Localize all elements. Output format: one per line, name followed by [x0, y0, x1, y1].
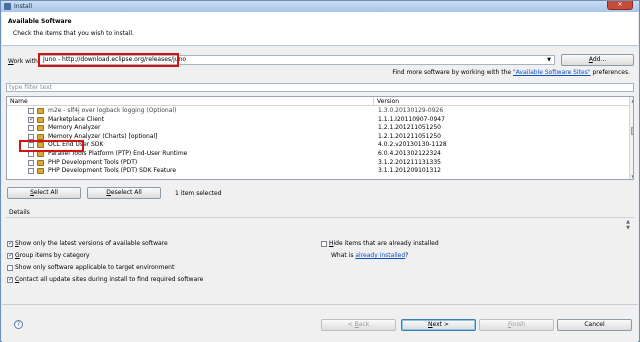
- window-title: Install: [14, 3, 33, 10]
- applicable-only-checkbox[interactable]: [7, 264, 13, 271]
- software-table: Name Version m2e - slf4j over logback lo…: [6, 96, 634, 180]
- already-installed-link[interactable]: already installed: [355, 252, 405, 259]
- table-row[interactable]: OCL End User SDK 4.0.2.v20130130-1128: [7, 141, 627, 150]
- contact-sites-option[interactable]: Contact all update sites during install …: [7, 276, 203, 283]
- show-latest-option[interactable]: Show only the latest versions of availab…: [7, 240, 168, 247]
- already-installed-text: What is already installed?: [331, 252, 409, 259]
- applicable-only-option[interactable]: Show only software applicable to target …: [7, 264, 174, 271]
- select-all-button[interactable]: Select All: [7, 187, 81, 199]
- table-rows: m2e - slf4j over logback logging (Option…: [7, 107, 627, 176]
- back-button[interactable]: < Back: [321, 319, 396, 331]
- table-row[interactable]: Memory Analyzer 1.2.1.201211051250: [7, 124, 627, 133]
- table-scrollbar[interactable]: ▲ ▼: [629, 97, 633, 179]
- eclipse-app-icon: [4, 3, 11, 10]
- finish-button[interactable]: Finish: [479, 319, 554, 331]
- table-row[interactable]: m2e - slf4j over logback logging (Option…: [7, 107, 627, 116]
- help-icon[interactable]: ?: [14, 320, 23, 329]
- scroll-down-icon[interactable]: ▼: [630, 174, 633, 179]
- table-header: Name Version: [7, 97, 629, 106]
- install-window: Install ✕ Available Software Check the i…: [0, 0, 640, 342]
- footer-divider: [2, 304, 638, 305]
- feature-icon: [37, 159, 44, 166]
- hide-installed-option[interactable]: Hide items that are already installed: [321, 240, 439, 247]
- row-checkbox[interactable]: [28, 125, 34, 132]
- more-software-text: Find more software by working with the "…: [392, 69, 630, 76]
- table-row[interactable]: PHP Development Tools (PDT) SDK Feature …: [7, 167, 627, 176]
- column-divider[interactable]: [373, 97, 374, 106]
- table-row[interactable]: Memory Analyzer (Charts) [optional] 1.2.…: [7, 133, 627, 142]
- wizard-header: Available Software Check the items that …: [2, 12, 638, 46]
- details-area: [6, 217, 634, 235]
- row-checkbox[interactable]: [28, 168, 34, 175]
- row-checkbox[interactable]: [28, 116, 34, 123]
- table-row[interactable]: Marketplace Client 1.1.1.I20110907-0947: [7, 116, 627, 125]
- cancel-button[interactable]: Cancel: [557, 319, 632, 331]
- table-row[interactable]: Parallel Tools Platform (PTP) End-User R…: [7, 150, 627, 159]
- chevron-down-icon[interactable]: ▼: [547, 56, 551, 64]
- show-latest-checkbox[interactable]: [7, 240, 13, 247]
- selection-count: 1 item selected: [175, 190, 222, 197]
- deselect-all-button[interactable]: Deselect All: [87, 187, 161, 199]
- group-by-category-checkbox[interactable]: [7, 252, 13, 259]
- work-with-highlight: [38, 53, 179, 67]
- column-header-version[interactable]: Version: [377, 98, 399, 105]
- table-row[interactable]: PHP Development Tools (PDT) 3.1.2.201211…: [7, 159, 627, 168]
- group-by-category-option[interactable]: Group items by category: [7, 252, 90, 259]
- feature-icon: [37, 168, 44, 175]
- add-site-button[interactable]: Add...: [561, 54, 634, 66]
- next-button[interactable]: Next >: [401, 319, 476, 331]
- available-software-sites-link[interactable]: "Available Software Sites": [513, 69, 591, 76]
- page-title: Available Software: [8, 18, 72, 25]
- contact-sites-checkbox[interactable]: [7, 276, 13, 283]
- row-checkbox[interactable]: [28, 133, 34, 140]
- row-checkbox[interactable]: [28, 159, 34, 166]
- hide-installed-checkbox[interactable]: [321, 240, 327, 247]
- feature-icon: [37, 116, 44, 123]
- scroll-up-icon[interactable]: ▲: [630, 98, 633, 104]
- details-scroll-icon[interactable]: ▲ ▼: [626, 219, 630, 231]
- details-label: Details: [9, 209, 30, 216]
- page-subtitle: Check the items that you wish to install…: [13, 30, 134, 37]
- column-header-name[interactable]: Name: [10, 98, 28, 105]
- marketplace-row-highlight: [19, 140, 84, 152]
- filter-input[interactable]: type filter text: [6, 83, 634, 92]
- work-with-label: Work with:: [8, 58, 40, 65]
- feature-icon: [37, 108, 44, 114]
- feature-icon: [37, 133, 44, 140]
- row-checkbox[interactable]: [28, 108, 34, 114]
- close-button[interactable]: ✕: [607, 1, 633, 10]
- scrollbar-thumb[interactable]: [631, 127, 633, 135]
- feature-icon: [37, 125, 44, 132]
- title-bar: Install ✕: [1, 1, 639, 12]
